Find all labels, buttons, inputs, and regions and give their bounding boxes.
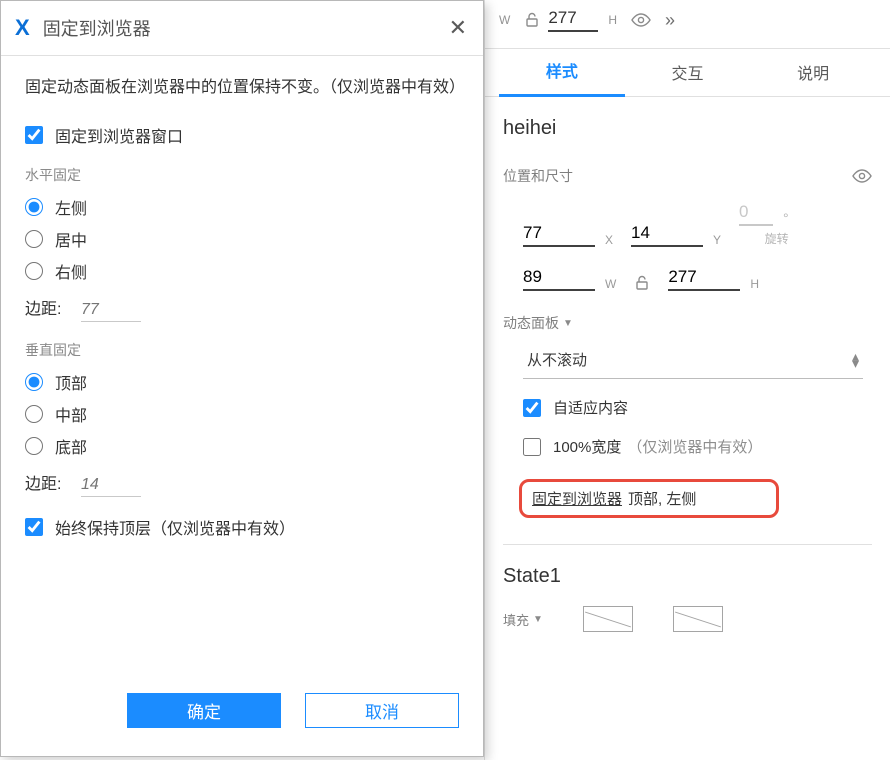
dialog-titlebar: X 固定到浏览器 ✕ [1,1,483,56]
horizontal-label: 水平固定 [25,165,459,185]
fixed-to-browser-row: 固定到浏览器 顶部, 左侧 [519,479,779,518]
w-label: W [497,13,516,27]
dialog-title: 固定到浏览器 [43,15,449,41]
pin-checkbox[interactable]: 固定到浏览器窗口 [25,123,459,147]
x-label: X [605,233,613,247]
w-input[interactable] [523,267,595,291]
scroll-select[interactable]: 从不滚动 ▴▾ [523,349,863,379]
radio-middle[interactable]: 中部 [25,402,459,426]
tab-notes[interactable]: 说明 [750,60,876,96]
close-icon[interactable]: ✕ [449,17,467,39]
horizontal-margin-input[interactable] [81,299,141,322]
vertical-margin-row: 边距: [25,470,459,497]
fill-row: 填充▼ [503,606,872,632]
radio-left[interactable]: 左侧 [25,195,459,219]
dialog-description: 固定动态面板在浏览器中的位置保持不变。（仅浏览器中有效） [25,76,459,101]
vertical-margin-input[interactable] [81,474,141,497]
w-unit: W [605,277,616,291]
radio-right[interactable]: 右侧 [25,259,459,283]
radio-bottom[interactable]: 底部 [25,434,459,458]
height-value[interactable] [548,8,598,32]
fill-swatch-1[interactable] [583,606,633,632]
more-icon[interactable]: » [659,10,680,31]
y-label: Y [713,233,721,247]
tab-interaction[interactable]: 交互 [625,60,751,96]
x-input[interactable] [523,223,595,247]
radio-top[interactable]: 顶部 [25,370,459,394]
horizontal-margin-row: 边距: [25,295,459,322]
fixed-detail: 顶部, 左侧 [628,488,696,509]
lock-open-icon[interactable] [634,275,650,291]
wh-bar: W H » [485,2,890,49]
h-input[interactable] [668,267,740,291]
pin-to-browser-dialog: X 固定到浏览器 ✕ 固定动态面板在浏览器中的位置保持不变。（仅浏览器中有效） … [0,0,484,757]
section-position-size: 位置和尺寸 [503,166,872,186]
app-logo-icon: X [15,15,27,41]
widget-name[interactable]: heihei [503,117,872,140]
dialog-body: 固定动态面板在浏览器中的位置保持不变。（仅浏览器中有效） 固定到浏览器窗口 水平… [1,56,483,675]
vertical-label: 垂直固定 [25,340,459,360]
stepper-icon: ▴▾ [852,353,859,367]
inspector-body: heihei 位置和尺寸 X Y ° 旋转 [485,97,890,652]
full-width-checkbox[interactable]: 100%宽度 （仅浏览器中有效） [523,436,872,457]
keep-top-checkbox[interactable]: 始终保持顶层（仅浏览器中有效） [25,515,459,539]
inspector-panel: W H » 样式 交互 说明 heihei 位置和尺寸 X [484,0,890,760]
fixed-to-browser-link[interactable]: 固定到浏览器 [532,488,622,509]
lock-open-icon[interactable] [524,12,540,28]
inspector-tabs: 样式 交互 说明 [485,49,890,97]
rotation-input[interactable] [739,202,773,226]
cancel-button[interactable]: 取消 [305,693,459,728]
tab-style[interactable]: 样式 [499,58,625,97]
state-name[interactable]: State1 [503,544,872,588]
visibility-icon[interactable] [631,13,651,27]
visibility-icon[interactable] [852,169,872,183]
h-label: H [606,13,623,27]
fill-swatch-2[interactable] [673,606,723,632]
dialog-footer: 确定 取消 [1,675,483,756]
chevron-down-icon: ▼ [533,614,543,625]
rotation-label: 旋转 [739,230,789,247]
degree-symbol: ° [783,210,789,226]
radio-center[interactable]: 居中 [25,227,459,251]
h-unit: H [750,277,759,291]
chevron-down-icon: ▼ [563,318,573,329]
fill-label[interactable]: 填充▼ [503,610,543,629]
ok-button[interactable]: 确定 [127,693,281,728]
position-row: X Y ° 旋转 [503,202,872,247]
y-input[interactable] [631,223,703,247]
dynamic-panel-header[interactable]: 动态面板 ▼ [503,313,872,333]
fit-content-checkbox[interactable]: 自适应内容 [523,397,872,418]
size-row: W H [503,267,872,291]
